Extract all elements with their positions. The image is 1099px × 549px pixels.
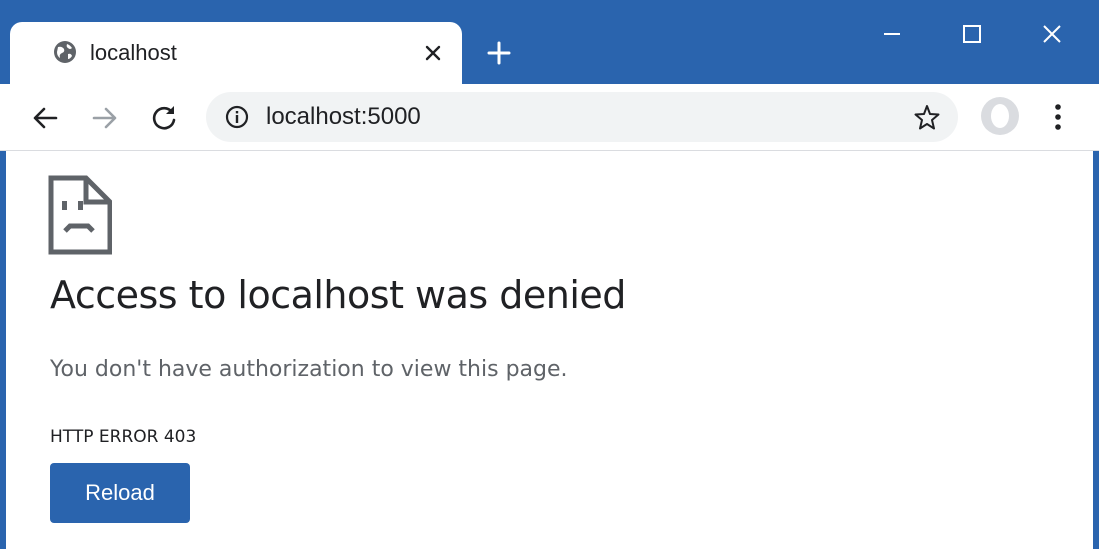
sad-file-icon — [48, 175, 112, 255]
title-bar: localhost — [0, 0, 1099, 84]
minimize-icon[interactable] — [872, 14, 912, 54]
globe-icon — [52, 39, 78, 65]
star-icon[interactable] — [912, 102, 942, 132]
reload-icon[interactable] — [146, 100, 182, 136]
toolbar: localhost:5000 — [0, 84, 1099, 151]
info-icon[interactable] — [224, 104, 250, 130]
page-content: Access to localhost was denied You don't… — [6, 151, 1093, 549]
url-text[interactable]: localhost:5000 — [266, 103, 421, 131]
window-close-icon[interactable] — [1032, 14, 1072, 54]
avatar-icon[interactable] — [980, 96, 1020, 136]
tab-title: localhost — [90, 40, 177, 65]
browser-window: localhost localhost:5000 Access to local… — [0, 0, 1099, 549]
address-bar[interactable]: localhost:5000 — [206, 92, 958, 142]
reload-button[interactable]: Reload — [50, 463, 190, 523]
error-code: HTTP ERROR 403 — [50, 427, 197, 447]
browser-tab[interactable]: localhost — [10, 22, 462, 84]
forward-arrow-icon[interactable] — [86, 100, 122, 136]
maximize-icon[interactable] — [952, 14, 992, 54]
new-tab-icon[interactable] — [484, 38, 514, 68]
error-description: You don't have authorization to view thi… — [50, 357, 568, 382]
error-title: Access to localhost was denied — [50, 273, 626, 317]
back-arrow-icon[interactable] — [28, 100, 64, 136]
tab-close-icon[interactable] — [418, 38, 448, 68]
more-vert-icon[interactable] — [1046, 100, 1070, 134]
